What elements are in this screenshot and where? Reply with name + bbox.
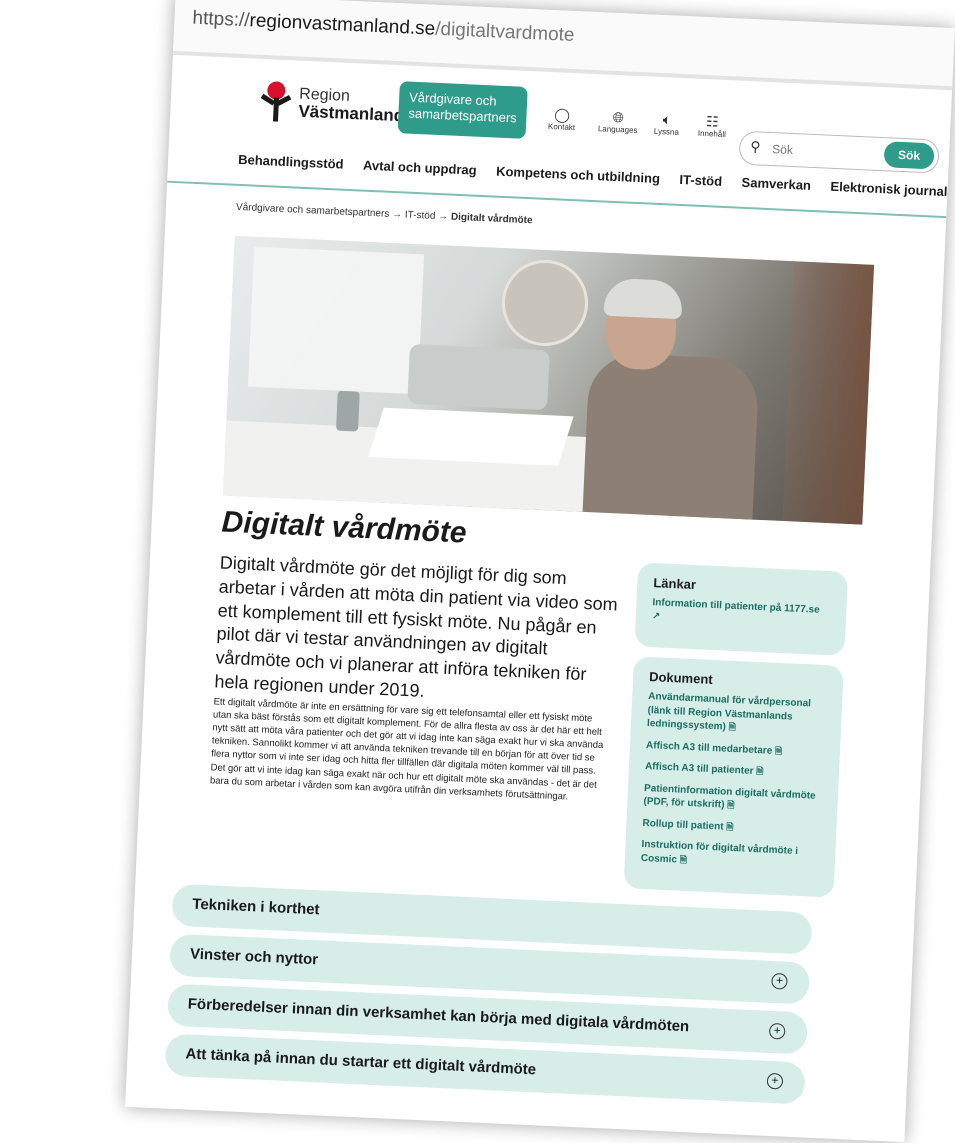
doc-link-anvandarmanual[interactable]: Användarmanual för vårdpersonal (länk ti… bbox=[647, 690, 827, 739]
breadcrumb-arrow-icon: → bbox=[391, 208, 403, 221]
breadcrumb-current: Digitalt vårdmöte bbox=[450, 211, 533, 227]
external-link-icon: ↗ bbox=[651, 610, 661, 623]
lead-paragraph: Digitalt vårdmöte gör det möjligt för di… bbox=[214, 552, 619, 701]
accordion-list: Tekniken i korthet Vinster och nyttor + … bbox=[164, 883, 813, 1113]
document-icon: 🗎︎ bbox=[679, 854, 688, 865]
breadcrumb: Vårdgivare och samarbetspartners → IT-st… bbox=[236, 202, 533, 226]
search-box: ⚲ Sök bbox=[738, 130, 940, 174]
url-text: https://regionvastmanland.se/digitaltvar… bbox=[192, 8, 575, 47]
page-title: Digitalt vårdmöte bbox=[220, 505, 468, 550]
region-logo-icon bbox=[258, 81, 294, 123]
util-kontakt[interactable]: ◯ Kontakt bbox=[548, 106, 576, 132]
doc-link-instruktion-cosmic[interactable]: Instruktion för digitalt vårdmöte i Cosm… bbox=[641, 838, 820, 873]
document-icon: 🗎︎ bbox=[756, 766, 764, 777]
breadcrumb-link-it-stod[interactable]: IT-stöd bbox=[405, 210, 436, 222]
document-icon: 🗎︎ bbox=[727, 799, 735, 811]
region-logo[interactable]: Region Västmanland bbox=[258, 81, 405, 128]
audience-button[interactable]: Vårdgivare och samarbetspartners bbox=[397, 81, 528, 139]
globe-icon: 🌐︎ bbox=[612, 108, 625, 126]
sitemap-icon: ☷ bbox=[705, 113, 720, 130]
body-paragraph: Ett digitalt vårdmöte är inte en ersättn… bbox=[209, 696, 604, 803]
nav-item-it-stod[interactable]: IT-stöd bbox=[679, 172, 722, 189]
nav-item-elektronisk-journal[interactable]: Elektronisk journal bbox=[830, 179, 948, 199]
nav-item-samverkan[interactable]: Samverkan bbox=[741, 175, 811, 193]
url-host: regionvastmanland.se bbox=[249, 10, 436, 40]
address-bar[interactable]: https://regionvastmanland.se/digitaltvar… bbox=[172, 0, 955, 91]
url-scheme: https:// bbox=[192, 7, 251, 32]
breadcrumb-arrow-icon: → bbox=[437, 211, 449, 223]
links-box: Länkar Information till patienter på 117… bbox=[634, 562, 849, 656]
doc-link-patientinformation[interactable]: Patientinformation digitalt vårdmöte (PD… bbox=[643, 781, 822, 816]
util-innehall[interactable]: ☷ Innehåll bbox=[698, 113, 727, 139]
breadcrumb-link-vardgivare[interactable]: Vårdgivare och samarbetspartners bbox=[236, 202, 390, 220]
search-button[interactable]: Sök bbox=[883, 141, 935, 170]
speaker-icon: 🔈︎ bbox=[662, 111, 672, 128]
page-screenshot: https://regionvastmanland.se/digitaltvar… bbox=[125, 0, 955, 1143]
search-input[interactable] bbox=[769, 138, 875, 165]
expand-plus-icon: + bbox=[771, 972, 788, 990]
util-lyssna[interactable]: 🔈︎ Lyssna bbox=[654, 111, 680, 137]
nav-item-behandlingsstod[interactable]: Behandlingsstöd bbox=[238, 152, 344, 172]
url-path: /digitaltvardmote bbox=[434, 18, 575, 47]
search-icon: ⚲ bbox=[749, 138, 761, 155]
doc-link-affisch-medarbetare[interactable]: Affisch A3 till medarbetare 🗎︎ bbox=[646, 739, 824, 761]
documents-box: Dokument Användarmanual för vårdpersonal… bbox=[623, 656, 844, 898]
doc-link-affisch-patienter[interactable]: Affisch A3 till patienter 🗎︎ bbox=[645, 760, 823, 782]
logo-line2: Västmanland bbox=[298, 101, 405, 125]
nav-item-kompetens[interactable]: Kompetens och utbildning bbox=[496, 164, 660, 186]
nav-item-avtal[interactable]: Avtal och uppdrag bbox=[363, 158, 477, 178]
hero-image bbox=[222, 235, 875, 525]
document-icon: 🗎︎ bbox=[774, 745, 783, 756]
link-1177[interactable]: Information till patienter på 1177.se ↗ bbox=[652, 596, 831, 631]
links-box-title: Länkar bbox=[653, 575, 697, 593]
doc-link-rollup[interactable]: Rollup till patient 🗎︎ bbox=[642, 816, 820, 838]
expand-plus-icon: + bbox=[768, 1022, 786, 1040]
speech-bubble-icon: ◯ bbox=[553, 106, 571, 123]
document-icon: 🗎︎ bbox=[726, 821, 734, 832]
document-icon: 🗎︎ bbox=[728, 721, 737, 733]
util-languages[interactable]: 🌐︎ Languages bbox=[598, 108, 639, 135]
expand-plus-icon: + bbox=[766, 1072, 784, 1090]
documents-box-title: Dokument bbox=[648, 669, 714, 687]
